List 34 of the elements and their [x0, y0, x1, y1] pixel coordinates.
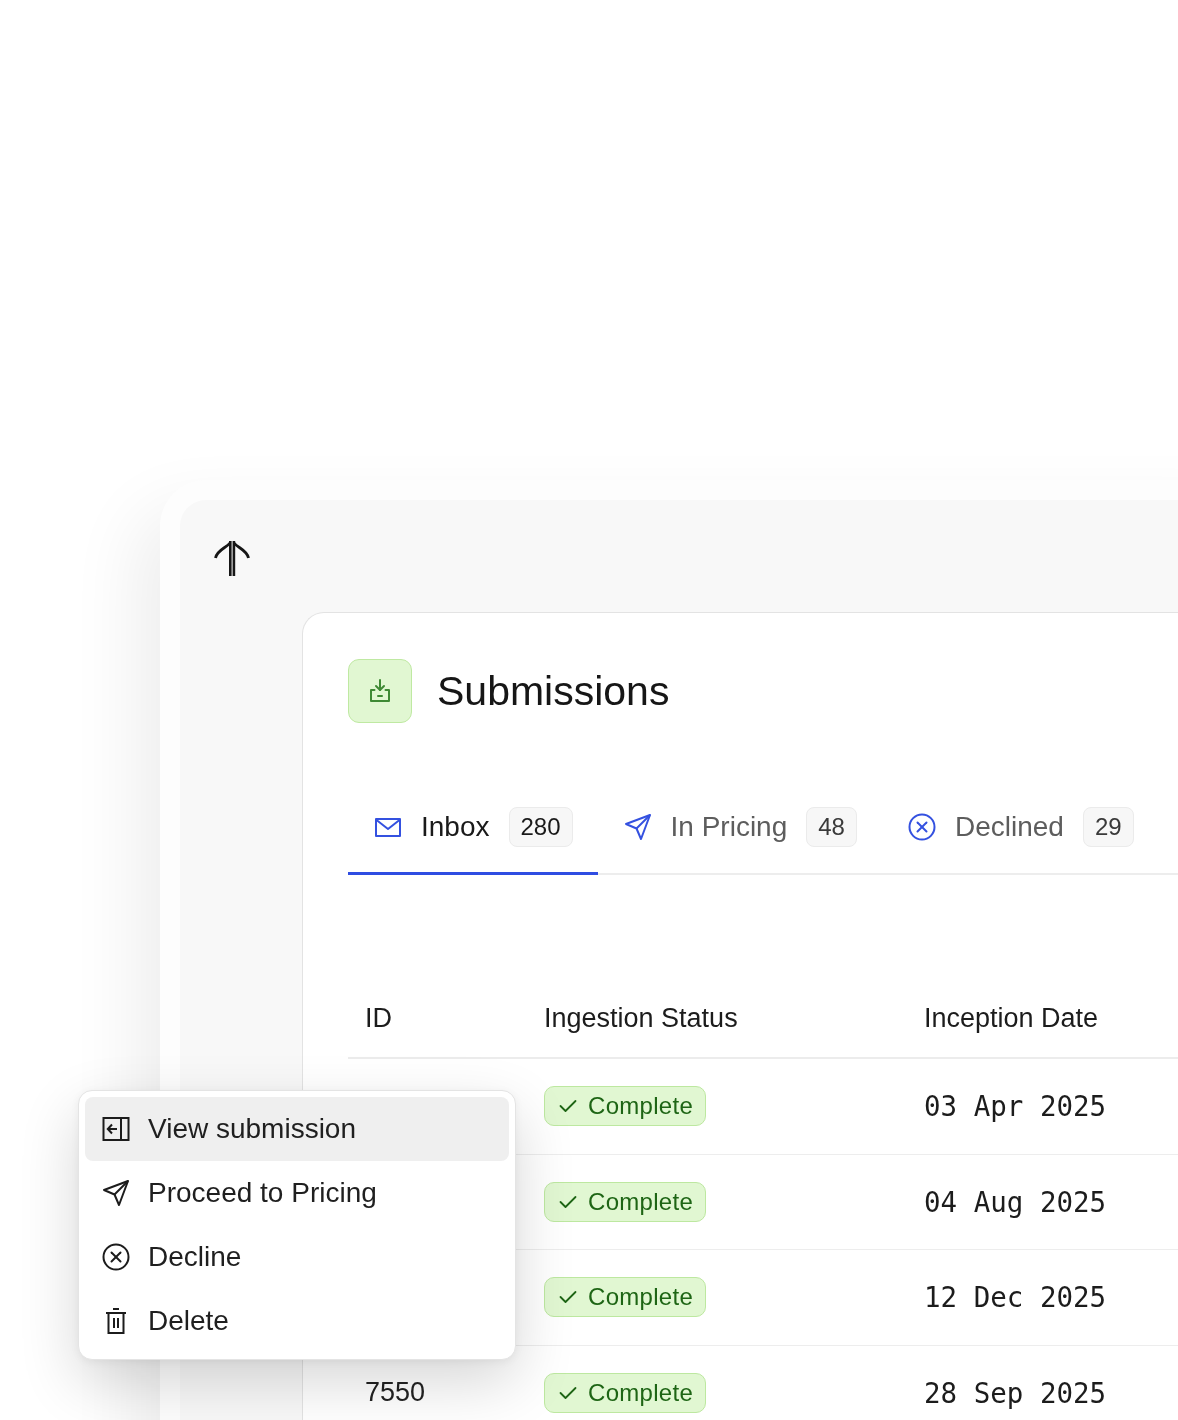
- status-text: Complete: [588, 1378, 694, 1407]
- tab[interactable]: Inbox 280: [348, 799, 598, 875]
- logo-icon: [214, 538, 250, 576]
- date-cell: 03 Apr 2025: [924, 1090, 1107, 1123]
- tab[interactable]: Declined 29: [881, 799, 1159, 875]
- inbox-download-icon: [348, 659, 412, 723]
- column-header: Ingestion Status: [543, 1002, 738, 1034]
- tab[interactable]: In Pricing 48: [597, 799, 882, 875]
- check-icon: [559, 1194, 577, 1209]
- tab-count: 280: [508, 807, 573, 847]
- column-header: ID: [364, 1002, 392, 1034]
- date-cell: 28 Sep 2025: [924, 1376, 1107, 1409]
- panel-arrow-left-icon: [102, 1115, 130, 1143]
- paper-plane-icon: [623, 813, 652, 841]
- date-cell: 04 Aug 2025: [924, 1185, 1107, 1218]
- paper-plane-icon: [102, 1179, 130, 1207]
- x-circle-icon: [907, 813, 936, 841]
- check-icon: [559, 1099, 577, 1114]
- menu-item[interactable]: Proceed to Pricing: [85, 1161, 509, 1225]
- tab-count: 29: [1082, 807, 1134, 847]
- x-circle-icon: [102, 1243, 130, 1271]
- tab-count: 48: [806, 807, 857, 847]
- page-title: Submissions: [437, 667, 670, 716]
- check-icon: [559, 1290, 577, 1305]
- menu-item[interactable]: Delete: [85, 1289, 509, 1353]
- status-text: Complete: [588, 1283, 694, 1312]
- menu-item[interactable]: View submission: [85, 1097, 509, 1161]
- status-text: Complete: [588, 1187, 694, 1216]
- column-header: Inception Date: [923, 1002, 1099, 1034]
- date-cell: 12 Dec 2025: [924, 1281, 1107, 1314]
- status-text: Complete: [588, 1092, 694, 1121]
- id-cell: 7550: [365, 1377, 426, 1409]
- menu-item[interactable]: Decline: [85, 1225, 509, 1289]
- check-icon: [559, 1385, 577, 1400]
